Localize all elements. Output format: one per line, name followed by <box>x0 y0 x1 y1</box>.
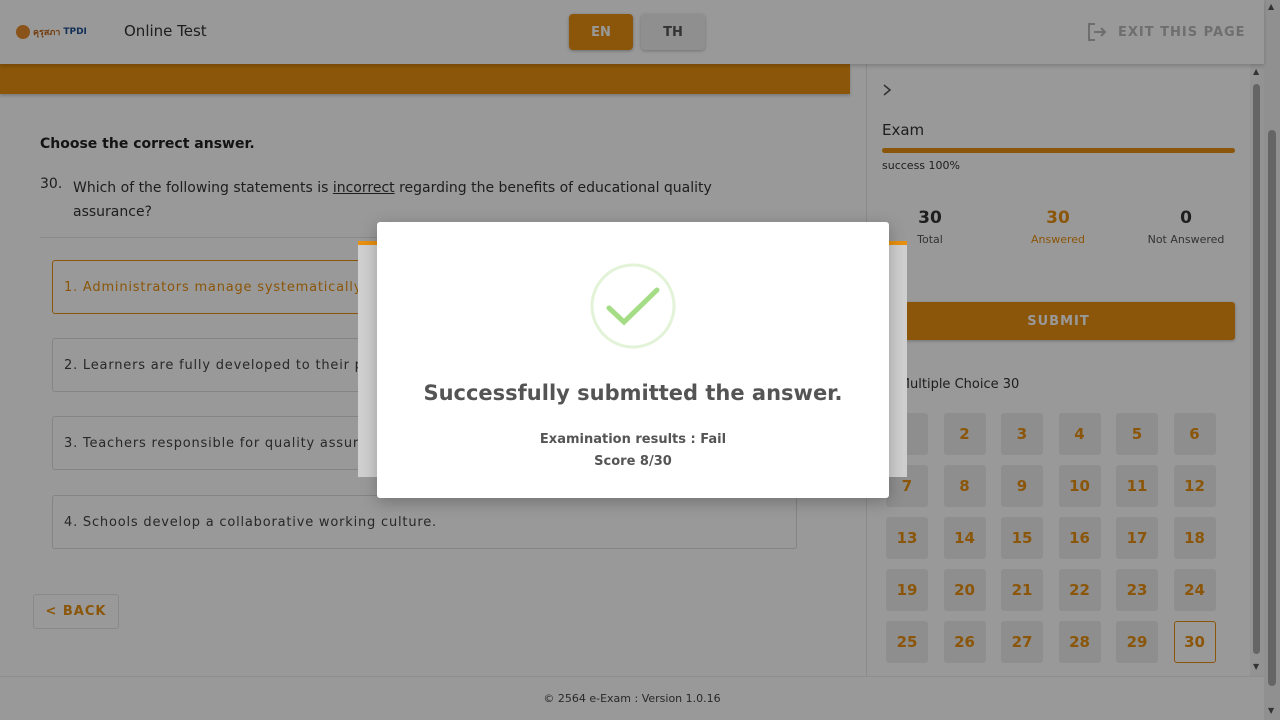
success-modal: Successfully submitted the answer. Exami… <box>377 222 889 498</box>
exam-result-text: Examination results : Fail <box>539 432 727 447</box>
exam-score-text: Score 8/30 <box>594 454 672 469</box>
success-check-icon <box>590 263 676 349</box>
modal-title: Successfully submitted the answer. <box>423 381 843 405</box>
